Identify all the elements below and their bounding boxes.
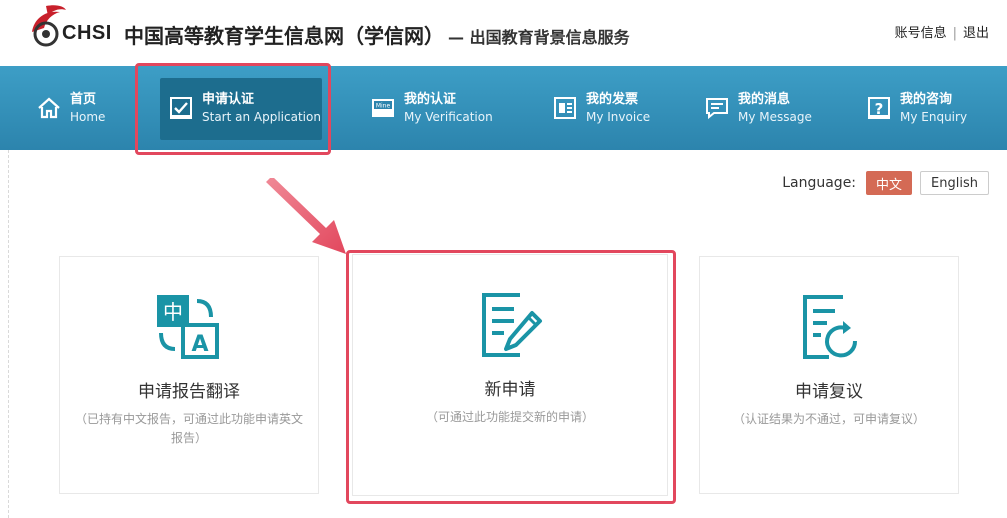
card-translation-desc: （已持有中文报告，可通过此功能申请英文报告）: [74, 412, 303, 446]
nav-item-my-message[interactable]: 我的消息 My Message: [704, 66, 812, 150]
svg-text:A: A: [191, 332, 208, 357]
language-zh-button[interactable]: 中文: [866, 171, 913, 195]
card-reconsideration-title: 申请复议: [795, 382, 863, 402]
account-info-link[interactable]: 账号信息: [895, 26, 947, 41]
language-en-button[interactable]: English: [920, 171, 989, 195]
logout-link[interactable]: 退出: [963, 26, 989, 41]
nav-item-my-enquiry[interactable]: ? 我的咨询 My Enquiry: [866, 66, 967, 150]
card-new-application[interactable]: 新申请 （可通过此功能提交新的申请）: [352, 254, 668, 496]
site-title-main: 中国高等教育学生信息网（学信网）: [124, 24, 444, 48]
card-reconsideration[interactable]: 申请复议 （认证结果为不通过，可申请复议）: [699, 256, 959, 494]
nav-enquiry-en: My Enquiry: [900, 109, 968, 124]
nav-apply-en: Start an Application: [202, 109, 321, 124]
header: CHSI 中国高等教育学生信息网（学信网） — 出国教育背景信息服务 账号信息 | 退…: [0, 0, 1007, 66]
message-icon: [704, 95, 730, 121]
site-title: 中国高等教育学生信息网（学信网） — 出国教育背景信息服务: [124, 20, 630, 49]
invoice-icon: [552, 95, 578, 121]
nav-message-en: My Message: [738, 109, 812, 124]
nav-home-en: Home: [70, 109, 106, 124]
link-separator: |: [952, 26, 957, 41]
card-reconsideration-desc: （认证结果为不通过，可申请复议）: [732, 412, 925, 426]
nav-invoice-en: My Invoice: [586, 109, 651, 124]
logo-text: CHSI: [62, 22, 112, 44]
home-icon: [36, 95, 62, 121]
nav-item-my-verification[interactable]: Mine 我的认证 My Verification: [370, 66, 493, 150]
nav-item-my-invoice[interactable]: 我的发票 My Invoice: [552, 66, 650, 150]
card-new-desc: （可通过此功能提交新的申请）: [425, 410, 594, 424]
card-report-translation[interactable]: 中 A 申请报告翻译 （已持有中文报告，可通过此功能申请英文报告）: [59, 256, 319, 494]
nav-message-zh: 我的消息: [738, 92, 791, 108]
svg-text:Mine: Mine: [376, 103, 391, 110]
card-new-title: 新申请: [484, 380, 536, 400]
question-icon: ?: [866, 95, 892, 121]
language-switcher: Language: 中文 English: [782, 171, 989, 195]
language-label: Language:: [782, 175, 857, 191]
site-subtitle: — 出国教育背景信息服务: [448, 28, 630, 47]
nav-apply-zh: 申请认证: [202, 92, 255, 108]
edit-document-icon: [482, 293, 542, 357]
nav-verification-zh: 我的认证: [404, 92, 457, 108]
left-divider: [8, 150, 9, 518]
main-nav: 首页 Home 申请认证 Start an Application Mine 我的认…: [0, 66, 1007, 150]
translate-icon: 中 A: [157, 295, 219, 359]
pointer-arrow-icon: [266, 178, 346, 254]
nav-home-zh: 首页: [70, 92, 97, 108]
card-translation-title: 申请报告翻译: [138, 382, 240, 402]
refresh-document-icon: [803, 295, 858, 359]
certificate-icon: Mine: [370, 95, 396, 121]
nav-invoice-zh: 我的发票: [586, 92, 639, 108]
nav-item-start-application[interactable]: 申请认证 Start an Application: [168, 66, 321, 150]
nav-verification-en: My Verification: [404, 109, 493, 124]
nav-enquiry-zh: 我的咨询: [900, 92, 953, 108]
nav-item-home[interactable]: 首页 Home: [36, 66, 105, 150]
svg-text:中: 中: [163, 300, 183, 324]
top-links: 账号信息 | 退出: [895, 22, 989, 41]
checkbox-icon: [168, 95, 194, 121]
